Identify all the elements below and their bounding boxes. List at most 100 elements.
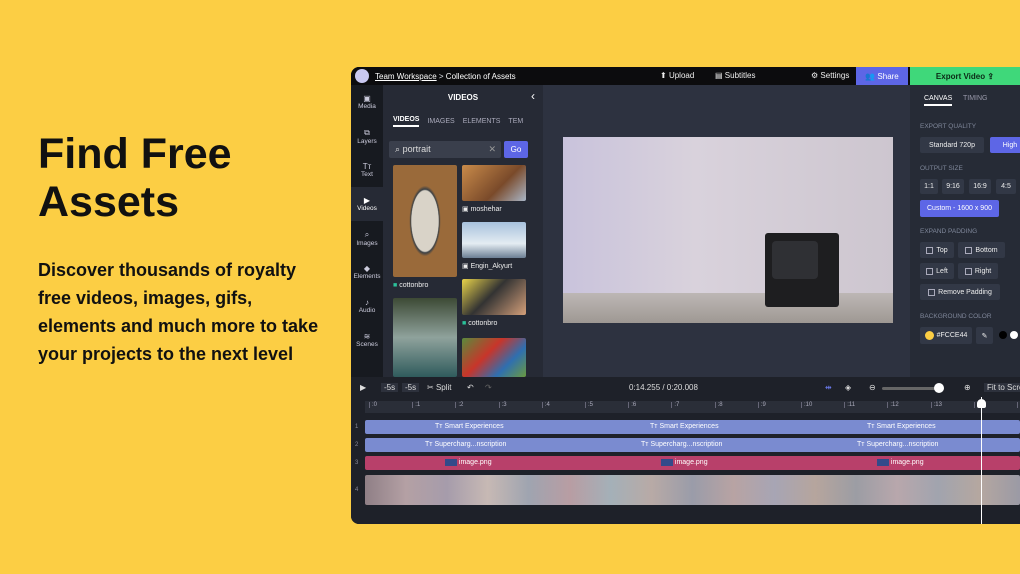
video-thumbnail[interactable] [393, 165, 457, 277]
ruler-tick: :2 [455, 402, 463, 408]
time-ruler[interactable]: :0:1:2:3:4:5:6:7:8:9:10:11:12:13:14:15 [365, 401, 1020, 413]
video-thumbnail[interactable] [462, 165, 526, 201]
go-button[interactable]: Go [504, 141, 528, 158]
video-preview[interactable] [563, 137, 893, 323]
tab-elements[interactable]: ELEMENTS [463, 118, 501, 125]
padding-top-checkbox[interactable]: Top [920, 242, 954, 258]
export-icon: ⇪ [987, 71, 995, 81]
upload-label: Upload [668, 71, 695, 80]
undo-icon[interactable]: ↶ [467, 383, 474, 392]
checkbox-icon [926, 246, 934, 254]
tab-templates[interactable]: TEM [508, 118, 523, 125]
clip-label: image.png [661, 459, 708, 466]
snap-icon[interactable]: ⇹ [825, 383, 832, 392]
rail-label: Media [358, 103, 376, 110]
ruler-tick: :9 [757, 402, 766, 408]
play-icon[interactable]: ▶ [360, 383, 366, 392]
size-1-1[interactable]: 1:1 [920, 179, 938, 194]
search-input[interactable]: ⌕ portrait ✕ [389, 141, 501, 158]
rail-label: Audio [358, 307, 376, 314]
checkbox-label: Remove Padding [938, 288, 992, 296]
clear-icon[interactable]: ✕ [488, 144, 496, 155]
tab-images[interactable]: IMAGES [427, 118, 454, 125]
video-track[interactable] [365, 475, 1020, 505]
rail-media[interactable]: ▣ Media [351, 85, 383, 119]
search-value: portrait [402, 144, 431, 154]
export-video-button[interactable]: Export Video ⇪ [910, 67, 1020, 85]
video-thumbnail[interactable] [393, 298, 457, 377]
text-track-1[interactable]: Tт Smart Experiences Tт Smart Experience… [365, 420, 1020, 434]
settings-button[interactable]: ⚙ Settings [811, 71, 849, 80]
zoom-slider-handle[interactable] [934, 383, 944, 393]
rail-scenes[interactable]: ≋ Scenes [351, 323, 383, 357]
rail-label: Scenes [356, 341, 378, 348]
tab-canvas[interactable]: CANVAS [924, 95, 953, 106]
tab-videos[interactable]: VIDEOS [393, 116, 420, 127]
search-icon: ⌕ [395, 144, 401, 154]
padding-bottom-checkbox[interactable]: Bottom [958, 242, 1005, 258]
rail-layers[interactable]: ⧉ Layers [351, 119, 383, 153]
gear-icon: ⚙ [811, 71, 819, 80]
clip-text: Smart Experiences [876, 423, 936, 430]
clip-text: Supercharg...nscription [650, 441, 723, 448]
breadcrumb-separator: > [438, 71, 444, 81]
tab-timing[interactable]: TIMING [963, 95, 988, 102]
background-color-picker[interactable]: #FCCE44 [920, 327, 972, 344]
rail-audio[interactable]: ♪ Audio [351, 289, 383, 323]
padding-left-checkbox[interactable]: Left [920, 263, 954, 279]
rail-label: Videos [357, 205, 377, 212]
rail-label: Layers [357, 137, 377, 145]
video-icon: ▶ [363, 196, 371, 205]
padding-right-checkbox[interactable]: Right [958, 263, 998, 279]
image-track[interactable]: image.png image.png image.png [365, 456, 1020, 470]
collapse-chevron-icon[interactable]: ‹ [531, 89, 535, 103]
black-swatch[interactable] [999, 331, 1007, 339]
size-16-9[interactable]: 16:9 [969, 179, 991, 194]
top-bar: Team Workspace > Collection of Assets ⬆ … [351, 67, 1020, 85]
size-custom[interactable]: Custom - 1600 x 900 [920, 200, 999, 217]
split-button[interactable]: ✂ Split [427, 383, 452, 392]
share-label: Share [877, 71, 899, 81]
quality-high-button[interactable]: High [990, 137, 1020, 153]
playhead[interactable] [981, 397, 982, 524]
video-thumbnail[interactable] [462, 338, 526, 377]
ruler-tick: :6 [628, 402, 636, 408]
subtitles-icon: ▤ [715, 71, 723, 80]
quality-standard-button[interactable]: Standard 720p [920, 137, 984, 153]
clip-label: image.png [445, 459, 492, 466]
rail-videos[interactable]: ▶ Videos [351, 187, 383, 221]
remove-padding-checkbox[interactable]: Remove Padding [920, 284, 1000, 300]
panel-title: VIDEOS [447, 93, 479, 102]
rail-elements[interactable]: ◆ Elements [351, 255, 383, 289]
share-button[interactable]: 👥 Share [856, 67, 908, 85]
checkbox-label: Bottom [975, 246, 998, 254]
audio-wave-icon[interactable]: ◈ [845, 383, 851, 392]
zoom-in-icon[interactable]: ⊕ [964, 383, 971, 392]
video-thumbnail[interactable] [462, 279, 526, 315]
avatar[interactable] [355, 69, 369, 83]
size-4-5[interactable]: 4:5 [996, 179, 1016, 194]
workspace-link[interactable]: Team Workspace [375, 72, 437, 81]
project-title[interactable]: Collection of Assets [446, 72, 516, 81]
size-9-16[interactable]: 9:16 [942, 179, 964, 194]
layers-icon: ⧉ [364, 127, 370, 137]
rail-images[interactable]: ⌕ Images [351, 221, 383, 255]
settings-label: Settings [820, 71, 850, 80]
rewind-5s-button[interactable]: -5s [381, 383, 399, 392]
upload-button[interactable]: ⬆ Upload [660, 71, 694, 80]
white-swatch[interactable] [1010, 331, 1018, 339]
rail-text[interactable]: Tт Text [351, 153, 383, 187]
playhead-handle[interactable] [977, 399, 986, 408]
redo-icon[interactable]: ↷ [485, 383, 492, 392]
zoom-out-icon[interactable]: ⊖ [869, 383, 876, 392]
subtitles-button[interactable]: ▤ Subtitles [715, 71, 755, 80]
forward-5s-button[interactable]: -5s [402, 383, 420, 392]
video-credit: ▣ Engin_Akyurt [462, 262, 512, 270]
fit-to-screen-button[interactable]: Fit to Screen [984, 383, 1020, 392]
video-thumbnail[interactable] [462, 222, 526, 258]
expand-padding-label: EXPAND PADDING [920, 228, 978, 235]
export-label: Export Video [935, 71, 986, 81]
text-track-2[interactable]: Tт Supercharg...nscription Tт Supercharg… [365, 438, 1020, 452]
eyedropper-icon[interactable]: ✎ [976, 327, 993, 344]
clip-text: Supercharg...nscription [866, 441, 939, 448]
